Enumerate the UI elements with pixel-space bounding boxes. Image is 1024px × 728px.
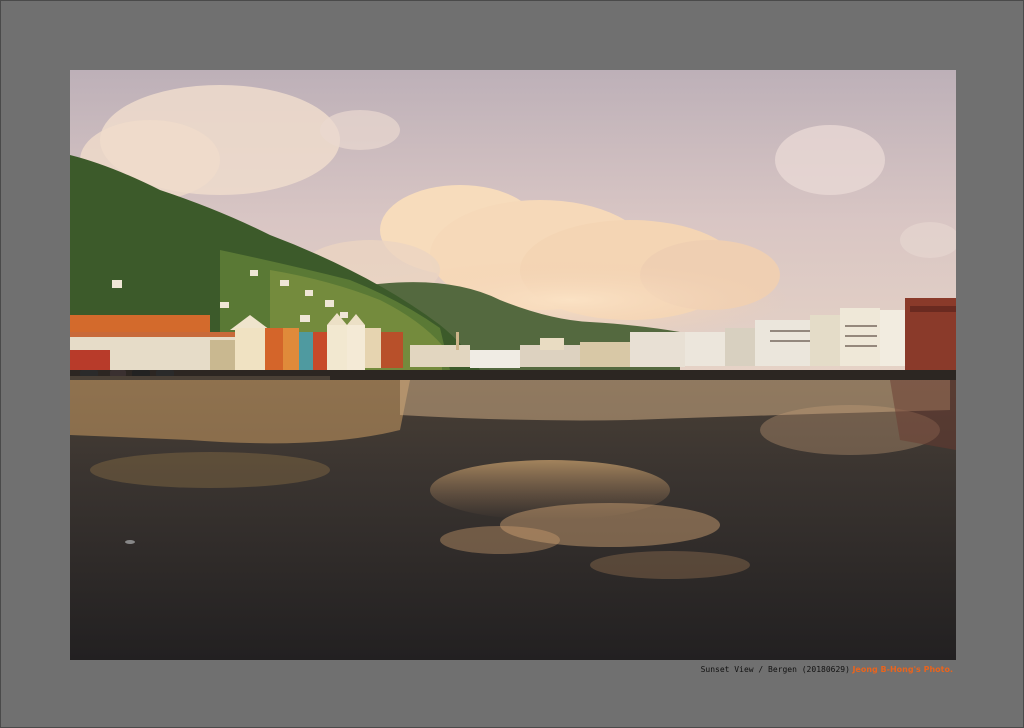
quay xyxy=(70,370,956,376)
photo-caption: Sunset View / Bergen (20180629) Jeong B-… xyxy=(641,663,953,677)
landscape-photo xyxy=(70,70,956,660)
photographer-credit: Jeong B-Hong's Photo. xyxy=(852,665,953,674)
harbour-scene xyxy=(70,70,956,660)
photo-frame: Sunset View / Bergen (20180629) Jeong B-… xyxy=(0,0,1024,728)
caption-description: Sunset View / Bergen (20180629) xyxy=(700,665,850,674)
